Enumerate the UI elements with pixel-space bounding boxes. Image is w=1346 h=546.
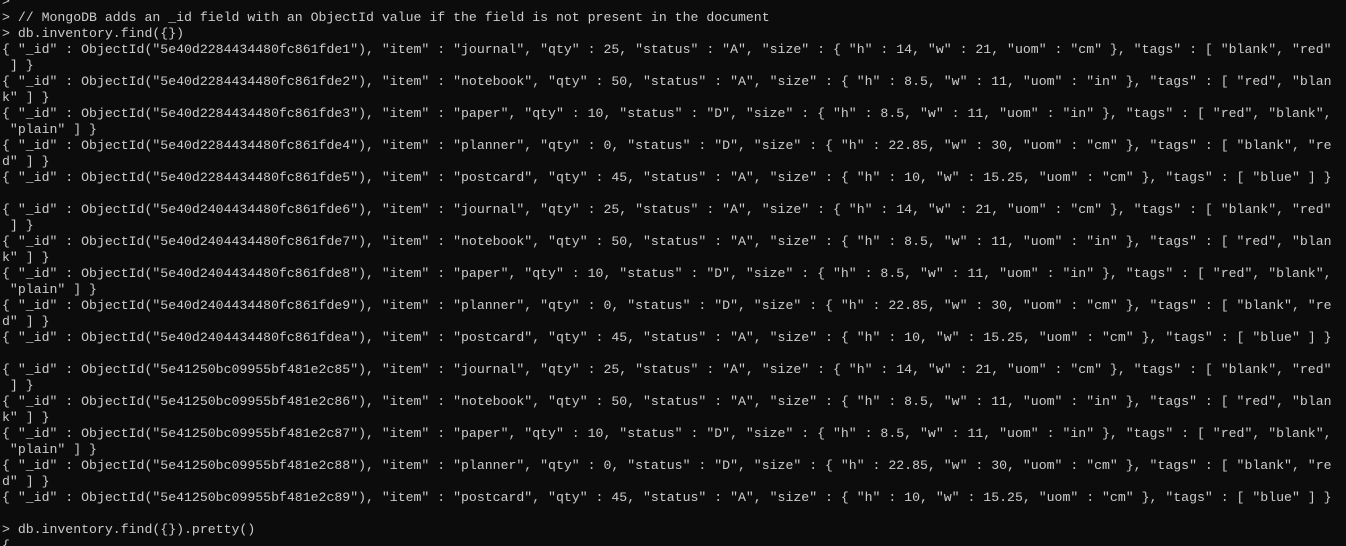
output-line: { "_id" : ObjectId("5e40d2404434480fc861… [2,234,1332,249]
output-line: d" ] } [2,314,50,329]
output-line: { [2,538,10,546]
output-line: { "_id" : ObjectId("5e40d2404434480fc861… [2,202,1332,217]
output-line: "plain" ] } [2,282,97,297]
output-line: { "_id" : ObjectId("5e41250bc09955bf481e… [2,490,1332,505]
output-line: { "_id" : ObjectId("5e41250bc09955bf481e… [2,394,1332,409]
output-line: { "_id" : ObjectId("5e40d2404434480fc861… [2,330,1332,345]
output-line: { "_id" : ObjectId("5e40d2284434480fc861… [2,106,1332,121]
output-line: ] } [2,218,34,233]
output-line: { "_id" : ObjectId("5e41250bc09955bf481e… [2,426,1332,441]
prompt-line: > [2,0,10,9]
output-line: ] } [2,58,34,73]
output-line: k" ] } [2,90,50,105]
output-line: { "_id" : ObjectId("5e40d2284434480fc861… [2,138,1332,153]
output-line: { "_id" : ObjectId("5e41250bc09955bf481e… [2,458,1332,473]
command-line: > db.inventory.find({}).pretty() [2,522,256,537]
output-line: ] } [2,378,34,393]
command-line: > db.inventory.find({}) [2,26,185,41]
output-line: { "_id" : ObjectId("5e40d2284434480fc861… [2,42,1332,57]
output-line: { "_id" : ObjectId("5e40d2404434480fc861… [2,266,1332,281]
output-line: d" ] } [2,474,50,489]
output-line: k" ] } [2,410,50,425]
output-line: { "_id" : ObjectId("5e41250bc09955bf481e… [2,362,1332,377]
comment-line: > // MongoDB adds an _id field with an O… [2,10,770,25]
output-line: { "_id" : ObjectId("5e40d2284434480fc861… [2,170,1332,185]
output-line: "plain" ] } [2,122,97,137]
terminal-output[interactable]: > > // MongoDB adds an _id field with an… [2,0,1346,546]
output-line: { "_id" : ObjectId("5e40d2284434480fc861… [2,74,1332,89]
output-line: { "_id" : ObjectId("5e40d2404434480fc861… [2,298,1332,313]
output-line: d" ] } [2,154,50,169]
output-line: "plain" ] } [2,442,97,457]
output-line: k" ] } [2,250,50,265]
